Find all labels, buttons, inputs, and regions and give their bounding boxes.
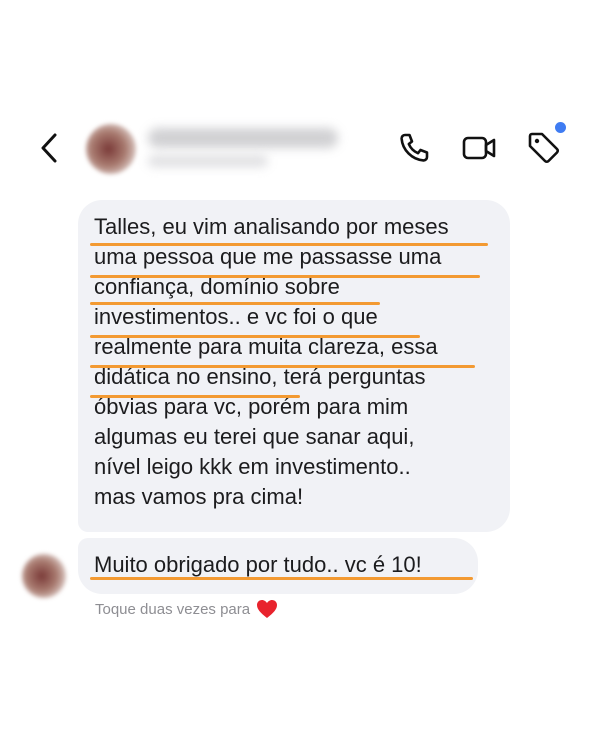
highlight-underline [90, 243, 488, 246]
message-line: algumas eu terei que sanar aqui, [94, 424, 415, 449]
message-line: uma pessoa que me passasse uma [94, 244, 442, 269]
notification-dot [555, 122, 566, 133]
heart-icon[interactable] [256, 599, 278, 619]
chevron-left-icon [41, 133, 57, 163]
contact-name-blurred[interactable] [148, 128, 338, 148]
message-text: Muito obrigado por tudo.. vc é 10! [94, 550, 462, 580]
chat-screen: Talles, eu vim analisando por meses uma … [0, 0, 590, 750]
reaction-hint: Toque duas vezes para [95, 598, 278, 620]
video-camera-icon [462, 136, 496, 160]
reaction-hint-text: Toque duas vezes para [95, 600, 251, 618]
message-bubble[interactable]: Muito obrigado por tudo.. vc é 10! [78, 538, 478, 594]
highlight-underline [90, 365, 475, 368]
phone-call-button[interactable] [396, 130, 432, 166]
message-line: investimentos.. e vc foi o que [94, 304, 378, 329]
message-line: Muito obrigado por tudo.. vc é 10! [94, 552, 422, 577]
back-button[interactable] [36, 128, 64, 168]
phone-icon [400, 133, 429, 162]
highlight-underline [90, 275, 480, 278]
tag-button[interactable] [526, 130, 562, 166]
sender-avatar[interactable] [22, 554, 66, 598]
message-line: Talles, eu vim analisando por meses [94, 214, 449, 239]
video-call-button[interactable] [461, 130, 497, 166]
highlight-underline [90, 395, 300, 398]
tag-icon [528, 132, 560, 164]
highlight-underline [90, 335, 420, 338]
message-line: mas vamos pra cima! [94, 484, 304, 509]
message-line: nível leigo kkk em investimento.. [94, 454, 411, 479]
highlight-underline [90, 302, 380, 305]
message-text: Talles, eu vim analisando por meses uma … [94, 212, 494, 512]
highlight-underline [90, 577, 473, 580]
contact-avatar[interactable] [86, 124, 136, 174]
contact-status-blurred [148, 155, 268, 167]
